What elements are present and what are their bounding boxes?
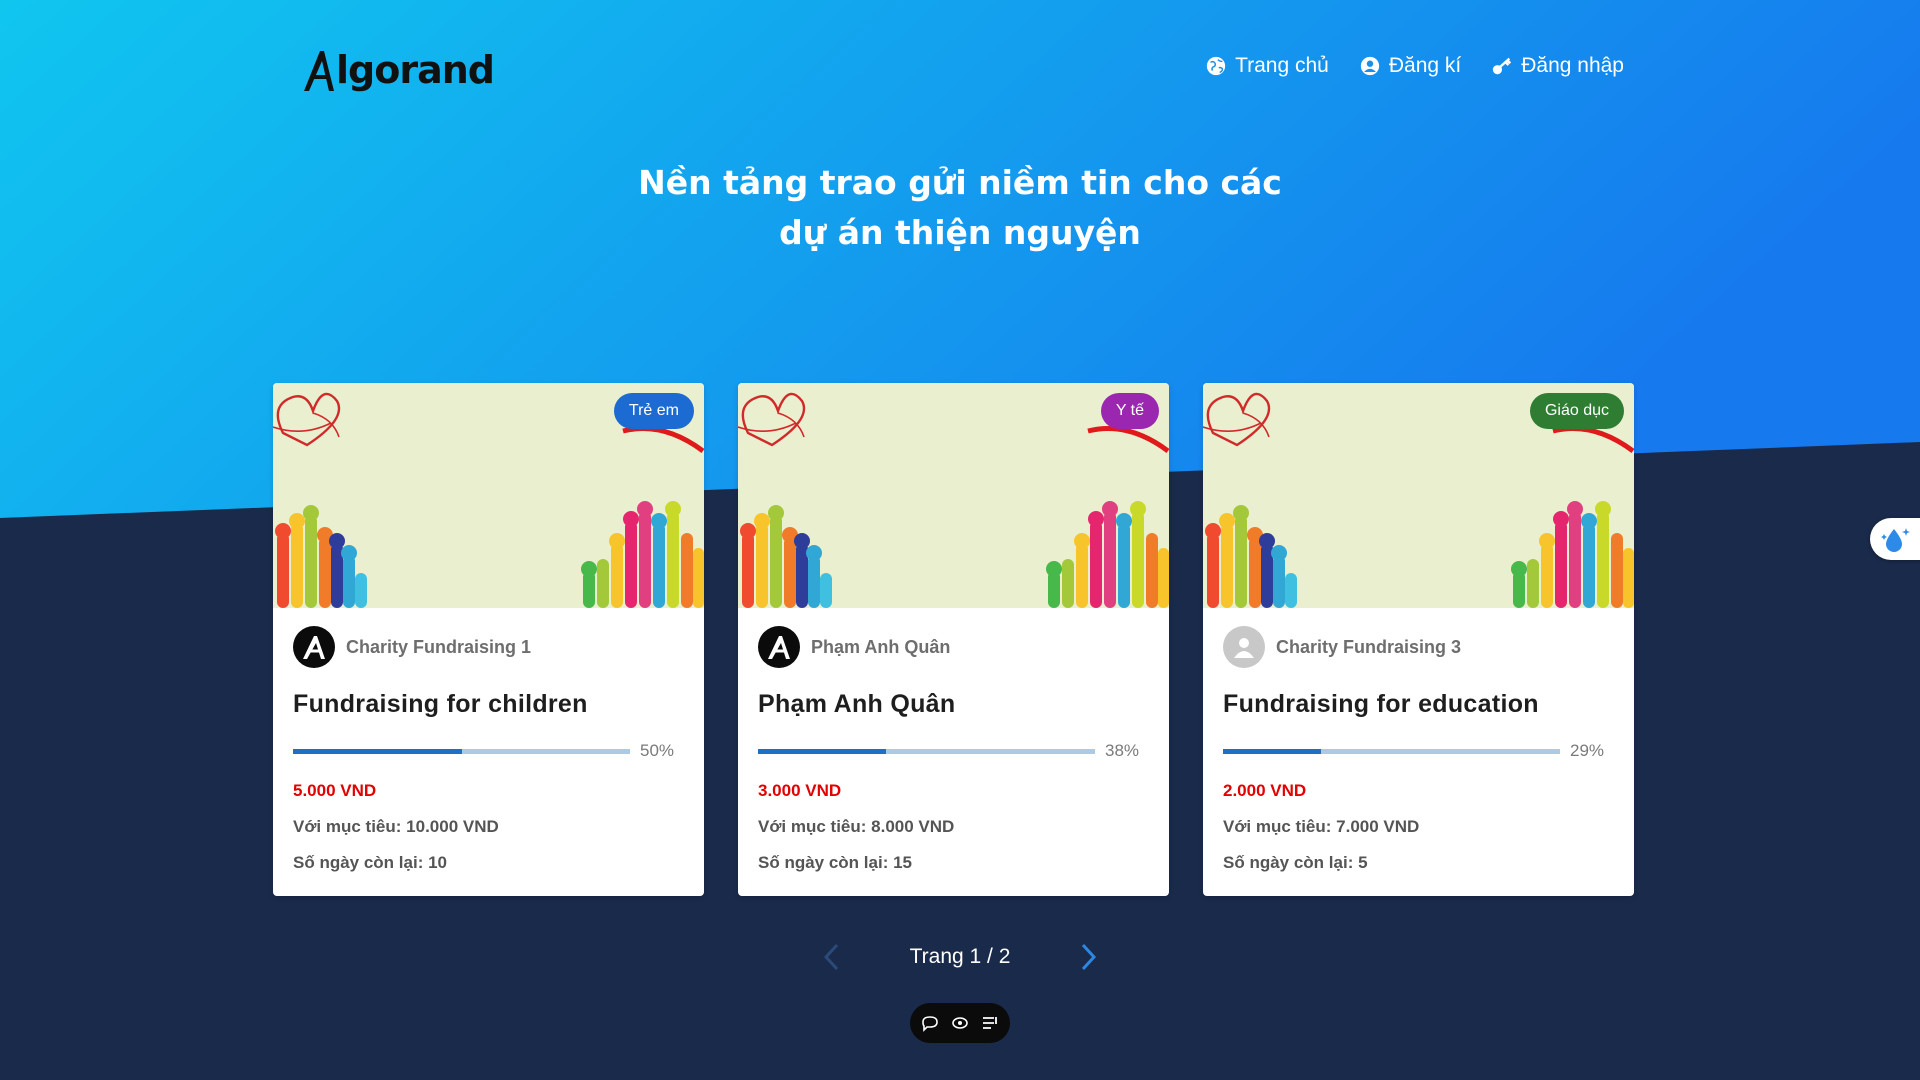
list-icon[interactable] xyxy=(981,1014,999,1032)
hero-title-line2: dự án thiện nguyện xyxy=(779,213,1141,252)
nav-register[interactable]: Đăng kí xyxy=(1359,54,1461,78)
campaign-title[interactable]: Phạm Anh Quân xyxy=(758,690,1149,719)
progress-percent: 50% xyxy=(640,741,675,760)
user-circle-icon xyxy=(1360,56,1380,76)
header: lgorand Trang chủ Đăng kí Đăng nhập xyxy=(0,0,1920,140)
days-remaining: Số ngày còn lại: 5 xyxy=(1223,853,1368,872)
chevron-left-icon xyxy=(823,943,838,971)
algorand-a-icon xyxy=(304,51,334,91)
progress-percent: 38% xyxy=(1105,741,1140,760)
progress-fill xyxy=(1223,748,1321,754)
campaign-title[interactable]: Fundraising for children xyxy=(293,690,684,719)
main-nav: Trang chủ Đăng kí Đăng nhập xyxy=(1205,54,1624,78)
category-badge: Trẻ em xyxy=(613,393,694,429)
progress-bar xyxy=(758,748,1095,754)
eye-icon[interactable] xyxy=(951,1014,969,1032)
raised-amount: 3.000 VND xyxy=(758,781,842,800)
goal-amount: Với mục tiêu: 10.000 VND xyxy=(293,817,499,836)
org-name: Phạm Anh Quân xyxy=(811,636,951,657)
hero-title-line1: Nền tảng trao gửi niềm tin cho các xyxy=(638,163,1282,202)
raised-amount: 5.000 VND xyxy=(293,781,377,800)
nav-login[interactable]: Đăng nhập xyxy=(1491,54,1624,78)
campaign-card[interactable]: Y tế Phạm Anh Quân Phạm Anh Quân 38% 3.0… xyxy=(738,383,1169,896)
algorand-a-icon xyxy=(303,636,325,659)
org-avatar xyxy=(293,626,335,668)
raised-amount: 2.000 VND xyxy=(1223,781,1307,800)
nav-home-label: Trang chủ xyxy=(1235,54,1329,77)
key-icon xyxy=(1493,57,1512,75)
side-widget[interactable] xyxy=(1870,518,1920,560)
algorand-logo[interactable]: lgorand xyxy=(302,44,495,96)
default-user-icon xyxy=(1234,638,1254,658)
org-name: Charity Fundraising 1 xyxy=(346,636,532,657)
page-indicator: Trang 1 / 2 xyxy=(909,945,1011,968)
progress-percent: 29% xyxy=(1570,741,1605,760)
campaign-title[interactable]: Fundraising for education xyxy=(1223,690,1614,719)
hero-title: Nền tảng trao gửi niềm tin cho các dự án… xyxy=(0,158,1920,258)
progress-fill xyxy=(293,748,462,754)
progress-bar xyxy=(293,748,630,754)
algorand-a-icon xyxy=(768,636,790,659)
category-badge: Giáo dục xyxy=(1529,393,1624,429)
logo-text: lgorand xyxy=(336,48,495,92)
chevron-right-icon xyxy=(1082,943,1097,971)
category-badge: Y tế xyxy=(1100,393,1159,429)
prev-page-button[interactable] xyxy=(818,940,844,974)
days-remaining: Số ngày còn lại: 15 xyxy=(758,853,912,872)
org-avatar xyxy=(758,626,800,668)
goal-amount: Với mục tiêu: 8.000 VND xyxy=(758,817,955,836)
org-name: Charity Fundraising 3 xyxy=(1276,636,1462,657)
goal-amount: Với mục tiêu: 7.000 VND xyxy=(1223,817,1420,836)
progress-bar xyxy=(1223,748,1560,754)
globe-icon xyxy=(1206,56,1226,76)
progress-fill xyxy=(758,748,887,754)
org-avatar xyxy=(1223,626,1265,668)
campaign-list: Trẻ em Charity Fundraising 1 Fundraising… xyxy=(273,383,1634,896)
comment-icon[interactable] xyxy=(921,1014,939,1032)
campaign-card[interactable]: Trẻ em Charity Fundraising 1 Fundraising… xyxy=(273,383,704,896)
nav-register-label: Đăng kí xyxy=(1388,54,1462,77)
next-page-button[interactable] xyxy=(1076,940,1102,974)
campaign-card[interactable]: Giáo dục Charity Fundraising 3 Fundraisi… xyxy=(1203,383,1634,896)
floating-toolbar xyxy=(910,1003,1010,1043)
nav-home[interactable]: Trang chủ xyxy=(1205,54,1329,78)
pagination: Trang 1 / 2 xyxy=(0,940,1920,974)
water-drop-sparkle-icon xyxy=(1881,528,1910,552)
nav-login-label: Đăng nhập xyxy=(1521,54,1624,77)
days-remaining: Số ngày còn lại: 10 xyxy=(293,853,447,872)
